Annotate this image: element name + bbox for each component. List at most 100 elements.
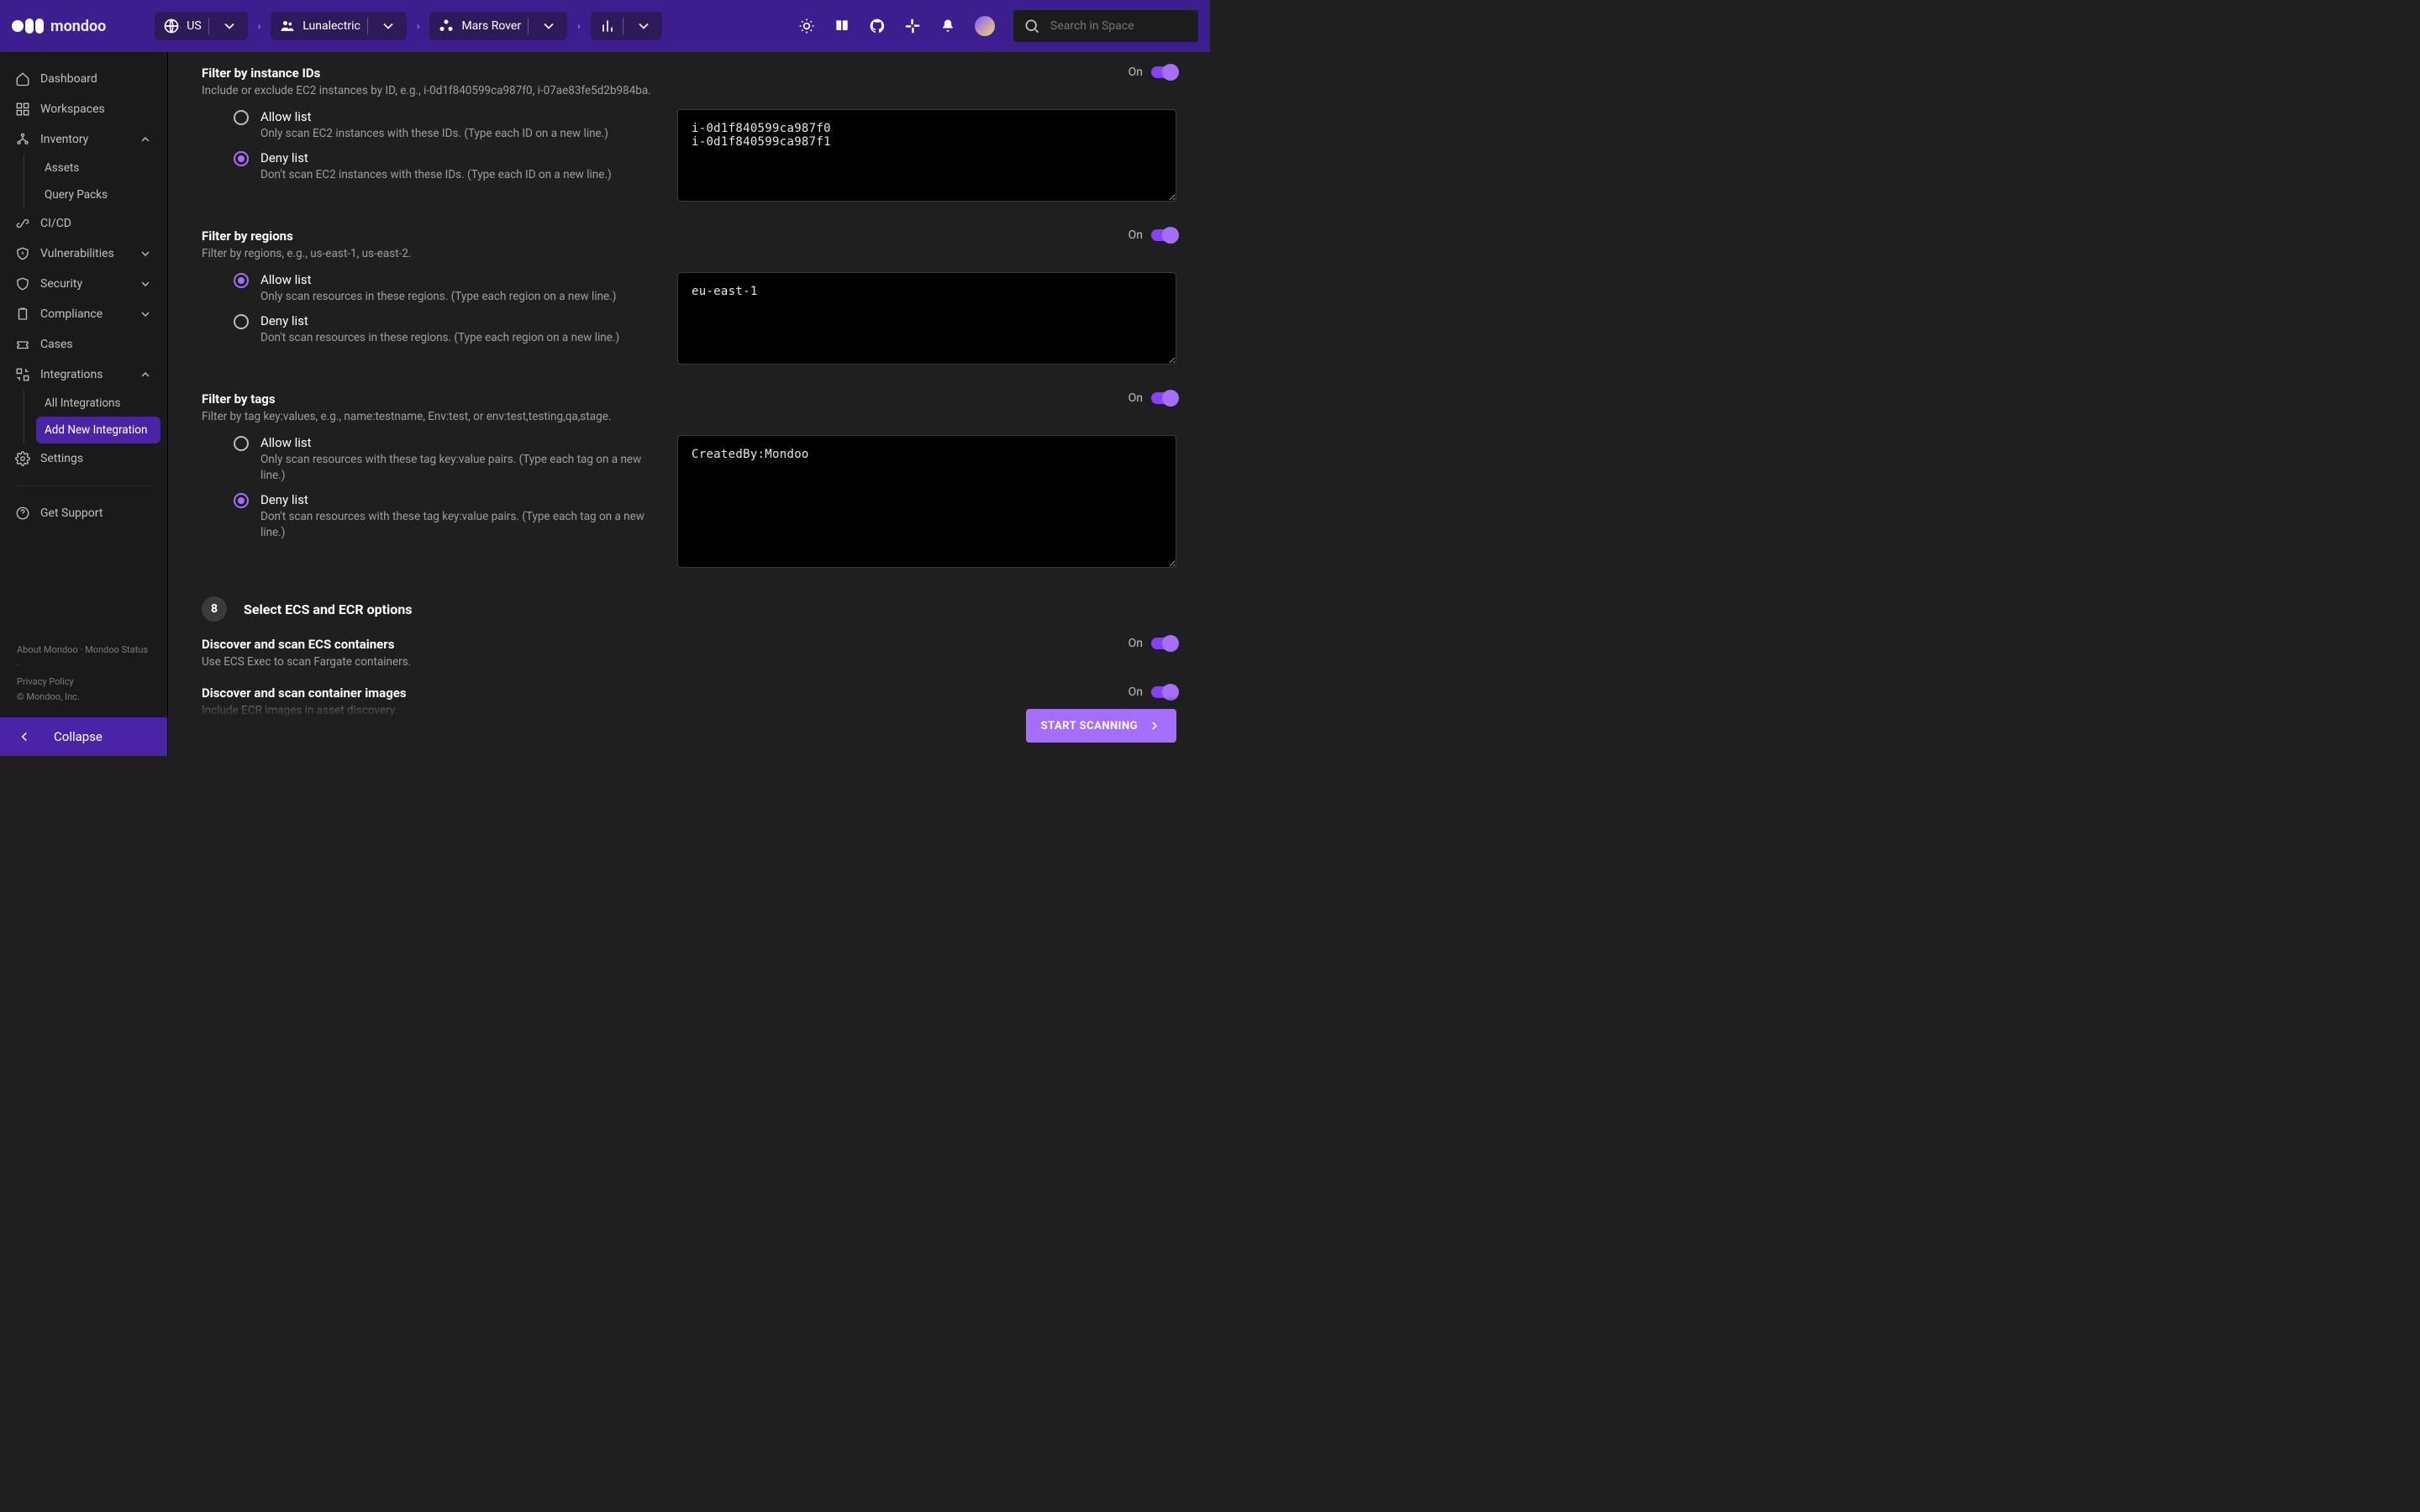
ecs-containers-sub: Use ECS Exec to scan Fargate containers. xyxy=(202,655,1128,669)
instance-deny-option[interactable]: Deny list Don't scan EC2 instances with … xyxy=(234,150,655,183)
radio-desc: Don't scan EC2 instances with these IDs.… xyxy=(260,167,612,183)
chevron-down-icon[interactable] xyxy=(630,18,657,34)
breadcrumb-view-chip[interactable] xyxy=(591,12,662,40)
slack-icon[interactable] xyxy=(904,18,921,34)
regions-deny-option[interactable]: Deny list Don't scan resources in these … xyxy=(234,313,655,346)
filter-instance-toggle[interactable] xyxy=(1151,66,1176,78)
sidebar-sub-integrations: All Integrations Add New Integration xyxy=(24,390,160,444)
sidebar-item-label: Add New Integration xyxy=(45,423,147,437)
sidebar-item-label: Compliance xyxy=(40,307,103,321)
chevron-up-icon xyxy=(139,133,152,146)
ecs-containers-row: Discover and scan ECS containers Use ECS… xyxy=(202,637,1176,669)
breadcrumb-space-chip[interactable]: Mars Rover xyxy=(429,12,567,40)
sidebar-item-workspaces[interactable]: Workspaces xyxy=(7,94,160,124)
sidebar-item-label: Query Packs xyxy=(45,188,108,202)
footer-link-privacy[interactable]: Privacy Policy xyxy=(17,676,74,687)
tags-deny-option[interactable]: Deny list Don't scan resources with thes… xyxy=(234,492,655,541)
sidebar-item-label: Security xyxy=(40,277,82,291)
chevron-up-icon xyxy=(139,368,152,381)
radio-desc: Don't scan resources in these regions. (… xyxy=(260,330,619,346)
sidebar-item-all-integrations[interactable]: All Integrations xyxy=(36,390,160,417)
brand-logo[interactable]: mondoo xyxy=(12,18,148,35)
search-box[interactable] xyxy=(1013,10,1198,42)
sidebar-item-security[interactable]: Security xyxy=(7,269,160,299)
sidebar-item-label: CI/CD xyxy=(40,217,71,230)
sidebar-item-label: Dashboard xyxy=(40,72,97,86)
sidebar-item-query-packs[interactable]: Query Packs xyxy=(36,181,160,208)
sidebar-item-assets[interactable]: Assets xyxy=(36,155,160,181)
chevron-down-icon[interactable] xyxy=(535,18,562,34)
instance-ids-textarea[interactable] xyxy=(677,109,1176,202)
sun-icon[interactable] xyxy=(798,18,815,34)
sidebar-footer: About Mondoo · Mondoo Status · Privacy P… xyxy=(0,638,167,717)
breadcrumb-separator: › xyxy=(413,20,424,32)
breadcrumb-org-chip[interactable]: Lunalectric xyxy=(271,12,407,40)
help-icon xyxy=(15,506,30,521)
sidebar-item-cicd[interactable]: CI/CD xyxy=(7,208,160,239)
sidebar-item-label: Assets xyxy=(45,161,79,175)
avatar[interactable] xyxy=(975,16,995,36)
sidebar-item-support[interactable]: Get Support xyxy=(7,498,160,528)
regions-textarea[interactable] xyxy=(677,272,1176,365)
sidebar-item-cases[interactable]: Cases xyxy=(7,329,160,360)
tags-allow-option[interactable]: Allow list Only scan resources with thes… xyxy=(234,435,655,484)
breadcrumb-region-chip[interactable]: US xyxy=(155,12,247,40)
filter-tags-title: Filter by tags xyxy=(202,391,1128,407)
sidebar-item-label: Workspaces xyxy=(40,102,105,116)
bar-chart-icon xyxy=(599,18,616,34)
bell-icon[interactable] xyxy=(939,18,956,34)
bottom-bar: START SCANNING xyxy=(168,696,1210,756)
filter-instance-title: Filter by instance IDs xyxy=(202,66,1128,81)
radio-label: Deny list xyxy=(260,492,655,507)
radio-icon xyxy=(234,151,249,166)
collapse-sidebar-button[interactable]: Collapse xyxy=(0,717,167,756)
sidebar-item-integrations[interactable]: Integrations xyxy=(7,360,160,390)
radio-label: Deny list xyxy=(260,150,612,165)
globe-icon xyxy=(163,18,180,34)
sidebar-item-label: Cases xyxy=(40,338,73,351)
book-icon[interactable] xyxy=(834,18,850,34)
breadcrumb-separator: › xyxy=(255,20,265,32)
instance-allow-option[interactable]: Allow list Only scan EC2 instances with … xyxy=(234,109,655,142)
inventory-icon xyxy=(15,132,30,147)
chevron-down-icon[interactable] xyxy=(216,18,243,34)
filter-tags-section: Filter by tags Filter by tag key:values,… xyxy=(202,391,1176,571)
sidebar-item-compliance[interactable]: Compliance xyxy=(7,299,160,329)
sidebar-item-vulnerabilities[interactable]: Vulnerabilities xyxy=(7,239,160,269)
ticket-icon xyxy=(15,337,30,352)
filter-regions-sub: Filter by regions, e.g., us-east-1, us-e… xyxy=(202,247,1128,260)
chevron-right-icon xyxy=(1148,719,1161,732)
start-scanning-button[interactable]: START SCANNING xyxy=(1026,709,1176,743)
radio-desc: Only scan resources in these regions. (T… xyxy=(260,289,616,305)
chevron-down-icon xyxy=(139,247,152,260)
sidebar-item-label: Get Support xyxy=(40,507,103,520)
brand-name: mondoo xyxy=(50,18,106,35)
toggle-label: On xyxy=(1128,66,1143,79)
sidebar-item-label: All Integrations xyxy=(45,396,120,410)
toggle-label: On xyxy=(1128,228,1143,242)
sidebar-item-label: Integrations xyxy=(40,368,103,381)
shield-alert-icon xyxy=(15,246,30,261)
sidebar-item-dashboard[interactable]: Dashboard xyxy=(7,64,160,94)
sidebar-item-inventory[interactable]: Inventory xyxy=(7,124,160,155)
footer-link-about[interactable]: About Mondoo xyxy=(17,644,78,655)
footer-link-status[interactable]: Mondoo Status xyxy=(85,644,148,655)
chevron-down-icon[interactable] xyxy=(375,18,402,34)
github-icon[interactable] xyxy=(869,18,886,34)
collapse-label: Collapse xyxy=(54,729,103,744)
sidebar-item-add-new-integration[interactable]: Add New Integration xyxy=(36,417,160,444)
logo-mark xyxy=(12,18,44,34)
chevron-down-icon xyxy=(139,277,152,291)
filter-regions-toggle[interactable] xyxy=(1151,229,1176,241)
search-input[interactable] xyxy=(1049,18,1188,34)
filter-instance-section: Filter by instance IDs Include or exclud… xyxy=(202,66,1176,205)
search-icon xyxy=(1023,18,1040,34)
infinity-icon xyxy=(15,216,30,231)
filter-tags-toggle[interactable] xyxy=(1151,392,1176,404)
regions-allow-option[interactable]: Allow list Only scan resources in these … xyxy=(234,272,655,305)
step-number: 8 xyxy=(202,596,227,622)
radio-icon xyxy=(234,493,249,508)
ecs-containers-toggle[interactable] xyxy=(1151,638,1176,649)
tags-textarea[interactable] xyxy=(677,435,1176,568)
sidebar-item-settings[interactable]: Settings xyxy=(7,444,160,474)
